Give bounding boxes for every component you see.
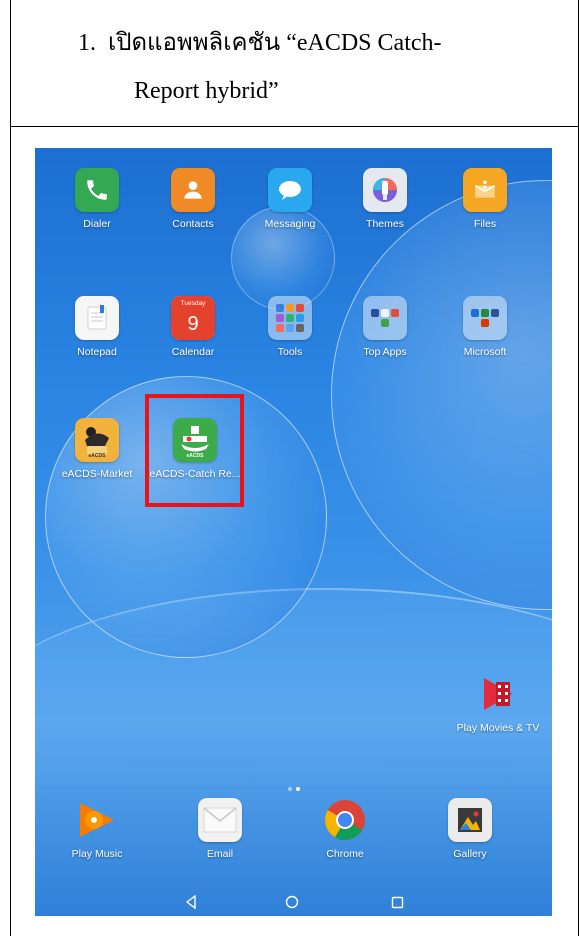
instruction-cell: 1. เปิดแอพพลิเคชัน “eACDS Catch- Report h… — [10, 0, 579, 127]
app-label: Microsoft — [463, 346, 507, 358]
app-label: Play Movies & TV — [456, 722, 540, 734]
chrome-icon — [323, 798, 367, 842]
app-label: Play Music — [71, 848, 123, 860]
app-label: Notepad — [77, 346, 117, 358]
app-label: Chrome — [326, 848, 364, 860]
home-icon[interactable] — [280, 890, 304, 914]
folder-microsoft[interactable]: Microsoft — [435, 296, 535, 358]
back-icon[interactable] — [179, 890, 203, 914]
app-label: Files — [473, 218, 497, 230]
app-label: Top Apps — [363, 346, 407, 358]
phone-icon — [75, 168, 119, 212]
app-label: Email — [206, 848, 234, 860]
calendar-icon: Tuesday 9 — [171, 296, 215, 340]
folder-icon — [463, 296, 507, 340]
recents-icon[interactable] — [385, 890, 409, 914]
app-label: Messaging — [264, 218, 316, 230]
folder-zip-icon — [463, 168, 507, 212]
play-movies-icon — [476, 672, 520, 716]
instruction-line-1: 1. เปิดแอพพลิเคชัน “eACDS Catch- — [78, 22, 442, 61]
app-email[interactable]: Email — [170, 798, 270, 860]
app-messaging[interactable]: Messaging — [240, 168, 340, 230]
app-play-music[interactable]: Play Music — [47, 798, 147, 860]
chat-bubble-icon — [268, 168, 312, 212]
calendar-day-number: 9 — [171, 311, 215, 340]
highlight-box — [145, 394, 244, 507]
gallery-icon — [448, 798, 492, 842]
app-calendar[interactable]: Tuesday 9 Calendar — [143, 296, 243, 358]
app-label: Contacts — [172, 218, 214, 230]
app-themes[interactable]: Themes — [335, 168, 435, 230]
contacts-icon — [171, 168, 215, 212]
icon-caption: eACDS — [88, 453, 106, 459]
home-screen-screenshot: Dialer Contacts Messaging Themes Files N… — [35, 148, 552, 916]
app-eacds-market[interactable]: eACDS eACDS-Market — [47, 418, 147, 480]
app-chrome[interactable]: Chrome — [295, 798, 395, 860]
step-text-1: เปิดแอพพลิเคชัน “eACDS Catch- — [108, 30, 442, 56]
navigation-bar — [35, 888, 552, 916]
app-contacts[interactable]: Contacts — [143, 168, 243, 230]
wallpaper-bubble-large — [331, 180, 552, 610]
app-files[interactable]: Files — [435, 168, 535, 230]
app-label: Gallery — [453, 848, 487, 860]
app-label: Calendar — [171, 346, 215, 358]
folder-tools[interactable]: Tools — [240, 296, 340, 358]
envelope-icon — [198, 798, 242, 842]
page-dot[interactable] — [287, 787, 292, 791]
folder-icon — [268, 296, 312, 340]
instruction-line-2: Report hybrid” — [134, 78, 279, 104]
page-dot-active[interactable] — [295, 787, 300, 791]
paintbrush-icon — [363, 168, 407, 212]
play-music-icon — [75, 798, 119, 842]
app-label: Tools — [277, 346, 303, 358]
calendar-day-name: Tuesday — [171, 296, 215, 311]
notepad-icon — [75, 296, 119, 340]
app-gallery[interactable]: Gallery — [420, 798, 520, 860]
app-notepad[interactable]: Notepad — [47, 296, 147, 358]
folder-top-apps[interactable]: Top Apps — [335, 296, 435, 358]
eacds-market-icon: eACDS — [75, 418, 119, 462]
app-label: eACDS-Market — [61, 468, 133, 480]
folder-icon — [363, 296, 407, 340]
app-dialer[interactable]: Dialer — [47, 168, 147, 230]
app-play-movies[interactable]: Play Movies & TV — [443, 672, 552, 734]
app-label: Dialer — [83, 218, 111, 230]
step-number: 1. — [78, 30, 96, 56]
page-indicator — [35, 778, 552, 796]
app-label: Themes — [366, 218, 404, 230]
